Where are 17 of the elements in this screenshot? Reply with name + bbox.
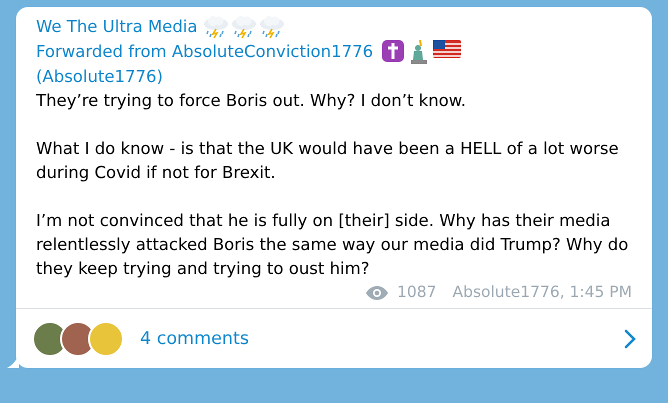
cross-icon [381,39,406,63]
storm-cloud-icon [202,15,230,39]
flag-icon [433,39,462,59]
forwarded-from-link[interactable]: Forwarded from AbsoluteConviction1776 [36,40,374,64]
storm-cloud-icon [258,15,286,39]
statue-icon [409,39,430,65]
message-paragraph: They’re trying to force Boris out. Why? I don’t know. [36,90,467,112]
chevron-right-icon[interactable] [624,328,636,349]
comments-link[interactable]: 4 comments [140,326,624,352]
storm-cloud-icon [230,15,258,39]
eye-icon [365,284,390,301]
view-count: 1087 [397,282,436,303]
post-signature: Absolute1776, 1:45 PM [452,282,632,303]
message-paragraph: I’m not convinced that he is fully on [their] side. Why has their media relentlessly attacked Boris the same way our media did Trump? Why do they keep trying and trying to oust him? [36,210,630,280]
message-paragraph: What I do know - is that the UK would have been a HELL of a lot worse during Covid if not for Brexit. [36,138,620,184]
channel-name[interactable]: We The Ultra Media [36,15,198,39]
forward-handle[interactable]: (Absolute1776) [36,65,163,89]
